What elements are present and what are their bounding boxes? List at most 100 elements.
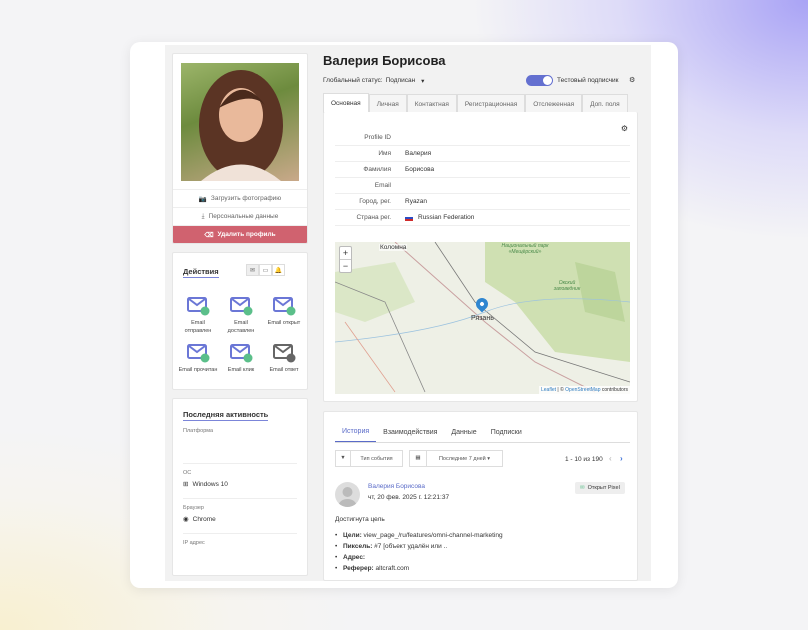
test-subscriber-toggle[interactable] [526,75,553,86]
event-user-link[interactable]: Валерия Борисова [368,483,425,490]
map-label-park: Национальный парк «Мещёрский» [501,243,549,255]
tab-0[interactable]: Основная [323,93,369,113]
avatar [335,482,360,507]
field-row: Фамилия Борисова [335,162,630,178]
profile-card: 📷 Загрузить фотографию ⤓ Персональные данн… [172,53,308,244]
chat-filter-button[interactable]: ▭ [259,264,272,276]
map-label-kolomna: Коломна [379,244,408,251]
activity-title: Последняя активность [183,410,269,421]
field-label: Город, рег. [359,198,391,205]
zoom-out-button[interactable]: − [340,260,351,272]
email-sent-icon [187,297,210,316]
field-row: Profile ID [335,130,630,146]
tab-3[interactable]: Регистрационная [456,94,526,113]
calendar-icon: ▦ [410,451,427,466]
upload-photo-button[interactable]: 📷 Загрузить фотографию [173,189,307,207]
map-attribution: Leaflet | © OpenStreetMap contributors [539,386,630,394]
bell-filter-button[interactable]: 🔔 [272,264,285,276]
field-value: Ryazan [405,198,428,205]
email-delivered-icon [230,297,253,316]
event-badge: ✉ Открыт Pixel [575,482,625,494]
browser-label: Браузер [183,505,204,511]
detail-key: Цели: [343,532,362,539]
actions-title: Действия [183,267,219,278]
badge-label: Открыт Pixel [587,485,620,491]
period-value: Последние 7 дней [438,455,486,462]
field-row: Email [335,178,630,194]
email-opened-icon [273,297,296,316]
field-value: Валерия [405,150,432,157]
profile-photo [181,63,299,181]
field-label: Email [374,182,391,189]
tab-5[interactable]: Доп. поля [582,94,628,113]
email-click-icon [230,344,253,363]
eraser-icon: ⌫ [204,231,214,239]
windows-icon: ⊞ [183,481,189,488]
action-email-read[interactable]: Email прочитан [178,343,218,374]
action-email-click[interactable]: Email клик [221,343,261,374]
field-row: Страна рег. Russian Federation [335,210,630,226]
global-status-dropdown[interactable]: Глобальный статус: Подписан ▾ [323,77,424,85]
attr-sep: | © [556,387,566,393]
event-detail-item: Реферер: altcraft.com [335,565,503,572]
os-value: Windows 10 [192,480,228,488]
personal-data-button[interactable]: ⤓ Персональные данные [173,207,307,225]
tab-2[interactable]: Контактная [406,94,457,113]
detail-key: Реферер: [343,565,374,572]
action-label: Email отправлен [184,320,212,334]
action-label: Email доставлен [227,320,255,334]
email-reply-icon [273,344,296,363]
event-detail-item: Адрес: [335,554,503,561]
field-value: Russian Federation [418,214,475,221]
delete-profile-button[interactable]: ⌫ Удалить профиль [173,225,307,243]
event-detail-item: Цели: view_page_/ru/features/omni-channe… [335,532,503,539]
caret-down-icon: ▾ [421,78,425,85]
action-email-opened[interactable]: Email открыт [264,296,304,335]
field-value: Борисова [405,166,435,173]
detail-value: altcraft.com [373,565,410,572]
russia-flag-icon [405,214,413,221]
activity-panel: Последняя активность Платформа ОС ⊞ Window… [172,398,308,576]
history-tab-1[interactable]: Взаимодействия [376,422,444,442]
period-label: Последние 7 дней ▾ [438,455,491,462]
map[interactable]: Коломна Национальный парк «Мещёрский» Ок… [335,242,630,394]
tab-1[interactable]: Личная [368,94,407,113]
map-label-reserve: Окский заповедник [553,280,581,292]
action-email-reply[interactable]: Email ответ [264,343,304,374]
event-title: Достигнута цель [335,516,385,523]
period-filter[interactable]: ▦ Последние 7 дней ▾ [409,450,503,467]
zoom-in-button[interactable]: + [340,247,351,260]
filter-icon: ▼ [336,451,351,466]
status-label: Глобальный статус: [323,77,383,84]
actions-panel: Действия ✉ ▭ 🔔 Email отправлен Email дост… [172,252,308,390]
main-info-panel: ⚙ Profile ID Имя Валерия Фамилия Борисова Ema… [323,112,638,402]
profile-name: Валерия Борисова [323,53,446,68]
prev-page-button[interactable]: ‹ [609,454,612,463]
detail-key: Адрес: [343,554,366,561]
action-label: Email прочитан [178,367,218,373]
email-filter-button[interactable]: ✉ [246,264,259,276]
ip-label: IP адрес [183,540,205,546]
action-label: Email клик [227,367,255,373]
event-type-filter[interactable]: ▼ Тип события [335,450,403,467]
history-tab-2[interactable]: Данные [444,422,483,442]
download-icon: ⤓ [201,212,205,220]
action-email-sent[interactable]: Email отправлен [178,296,218,335]
osm-link[interactable]: OpenStreetMap [565,387,600,393]
attr-tail: contributors [600,387,628,393]
tab-4[interactable]: Отслеженная [525,94,583,113]
leaflet-link[interactable]: Leaflet [541,387,556,393]
action-email-delivered[interactable]: Email доставлен [221,296,261,335]
settings-icon[interactable]: ⚙ [629,76,635,84]
email-read-icon [187,344,210,363]
test-subscriber-label: Тестовый подписчик [557,77,619,84]
field-row: Имя Валерия [335,146,630,162]
chrome-icon: ◉ [183,516,189,523]
event-detail-item: Пиксель: #7 [объект удалён или .. [335,543,503,550]
detail-value: #7 [объект удалён или .. [372,543,448,550]
detail-key: Пиксель: [343,543,373,550]
next-page-button[interactable]: › [620,454,623,463]
history-tab-0[interactable]: История [335,422,377,442]
history-tab-3[interactable]: Подписки [484,422,529,442]
os-label: ОС [183,470,192,476]
